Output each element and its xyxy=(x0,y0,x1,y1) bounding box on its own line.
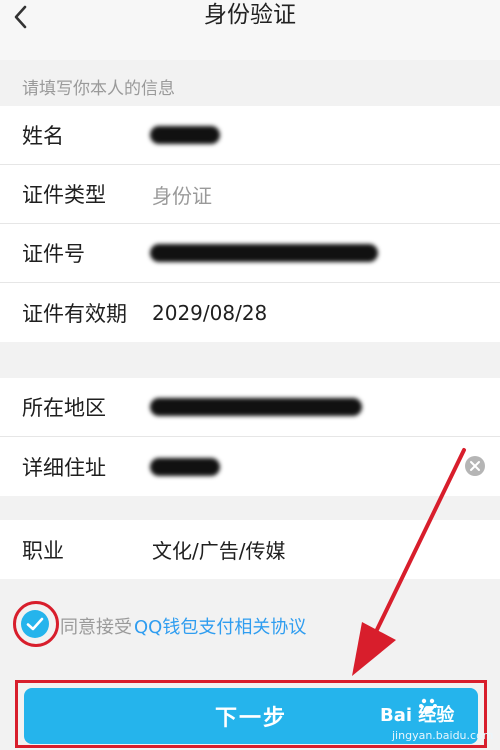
detail-address-row[interactable]: 详细住址 xyxy=(0,437,500,496)
validity-value: 2029/08/28 xyxy=(152,300,268,325)
watermark-brand: Bai 经验 xyxy=(380,705,455,726)
region-row[interactable]: 所在地区 xyxy=(0,378,500,437)
name-label: 姓名 xyxy=(22,124,64,148)
agreement-row: 同意接受 QQ钱包支付相关协议 xyxy=(0,594,500,654)
id-type-value: 身份证 xyxy=(152,183,212,208)
job-value: 文化/广告/传媒 xyxy=(152,539,286,563)
page-title: 身份验证 xyxy=(204,2,296,28)
job-label: 职业 xyxy=(22,538,64,563)
clear-icon[interactable] xyxy=(464,455,486,477)
agreement-prefix: 同意接受 xyxy=(60,617,132,638)
identity-group: 姓名 证件类型 身份证 证件号 证件有效期 2029/08/28 xyxy=(0,106,500,342)
watermark-url: jingyan.baidu.com xyxy=(392,729,494,742)
region-label: 所在地区 xyxy=(22,396,106,420)
job-group: 职业 文化/广告/传媒 xyxy=(0,520,500,579)
region-redacted xyxy=(150,398,362,416)
name-row[interactable]: 姓名 xyxy=(0,106,500,165)
id-type-label: 证件类型 xyxy=(22,183,106,207)
id-number-row[interactable]: 证件号 xyxy=(0,224,500,283)
validity-row[interactable]: 证件有效期 2029/08/28 xyxy=(0,283,500,342)
detail-address-label: 详细住址 xyxy=(22,455,106,480)
address-group: 所在地区 详细住址 xyxy=(0,378,500,496)
id-number-label: 证件号 xyxy=(22,242,85,266)
validity-label: 证件有效期 xyxy=(22,301,127,326)
agreement-link[interactable]: QQ钱包支付相关协议 xyxy=(134,613,306,639)
id-number-redacted xyxy=(150,244,378,262)
header: 身份验证 xyxy=(0,0,500,60)
id-type-row[interactable]: 证件类型 身份证 xyxy=(0,165,500,224)
section-hint: 请填写你本人的信息 xyxy=(22,79,175,99)
annotation-circle xyxy=(13,601,59,647)
name-redacted xyxy=(150,126,220,144)
detail-address-redacted xyxy=(150,457,220,476)
job-row[interactable]: 职业 文化/广告/传媒 xyxy=(0,520,500,579)
